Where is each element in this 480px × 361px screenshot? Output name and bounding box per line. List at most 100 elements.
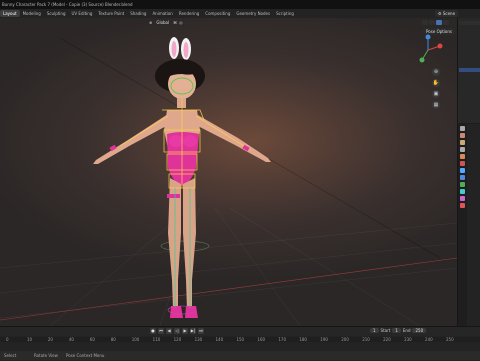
rendered-shading-icon[interactable] <box>443 20 449 25</box>
material-icon[interactable] <box>460 203 465 208</box>
leg-right <box>183 178 196 310</box>
bodysuit-bust-left <box>169 135 183 147</box>
ruler-tick: 150 <box>236 337 245 342</box>
start-label: Start <box>380 328 391 333</box>
ruler-tick: 10 <box>26 337 33 342</box>
gizmo-y-icon[interactable] <box>419 57 425 63</box>
world-icon[interactable] <box>460 161 465 166</box>
jump-end-icon[interactable]: ⏭ <box>198 328 204 334</box>
bone-arm-right[interactable] <box>195 115 245 147</box>
tab-shading[interactable]: Shading <box>127 10 149 17</box>
proportional-icon[interactable]: ◎ <box>179 20 183 25</box>
ruler-tick: 140 <box>215 337 224 342</box>
tool-icon[interactable] <box>460 126 465 131</box>
solid-shading-icon[interactable] <box>429 20 435 25</box>
outliner-panel[interactable] <box>457 18 480 123</box>
pan-hand-icon[interactable]: ✋ <box>432 79 440 87</box>
ruler-tick: 240 <box>425 337 433 342</box>
tab-sculpting[interactable]: Sculpting <box>44 10 69 17</box>
ruler-tick: 20 <box>47 337 53 342</box>
end-frame-field[interactable]: 250 <box>412 328 427 333</box>
ruler-tick: 180 <box>299 337 307 342</box>
scene-selector[interactable]: ⚙ Scene <box>435 10 459 17</box>
ruler-tick: 0 <box>6 337 9 342</box>
outliner-row[interactable] <box>459 27 480 31</box>
modifier-icon[interactable] <box>460 175 465 180</box>
bunny-ear-inner-right <box>183 42 189 58</box>
status-bar: Select Rotate View Pose Context Menu <box>0 351 480 360</box>
navigation-gizmo[interactable] <box>412 34 444 66</box>
bone-arm-left[interactable] <box>119 115 169 147</box>
timeline-header: ● ⏮ ◀ ◁ ▶ ▶| ⏭ 1 Start 1 End 250 <box>0 327 480 336</box>
tab-layout[interactable]: Layout <box>0 10 20 17</box>
play-reverse-icon[interactable]: ◁ <box>174 328 180 334</box>
ruler-tick: 210 <box>362 337 370 342</box>
thigh-garter <box>167 194 180 198</box>
tab-texture-paint[interactable]: Texture Paint <box>95 10 127 17</box>
properties-panel[interactable] <box>457 124 480 328</box>
arm-right <box>194 114 271 162</box>
next-keyframe-icon[interactable]: ▶| <box>190 328 196 334</box>
scene-icon[interactable] <box>460 154 465 159</box>
play-icon[interactable]: ▶ <box>182 328 188 334</box>
tab-uv-editing[interactable]: UV Editing <box>69 10 96 17</box>
ruler-tick: 100 <box>131 337 140 342</box>
tab-compositing[interactable]: Compositing <box>202 10 233 17</box>
outliner-row[interactable] <box>459 21 480 25</box>
frame-ruler[interactable]: 0 10 20 40 60 80 100 110 120 130 140 150 160 170 180 19… <box>0 337 480 342</box>
tab-animation[interactable]: Animation <box>149 10 175 17</box>
bodysuit-bust-right <box>183 135 197 147</box>
window-title: Bunny Character Pack 7 (Model - Copie (3… <box>2 2 133 7</box>
gizmo-x-icon[interactable] <box>437 43 443 49</box>
ruler-tick: 230 <box>404 337 412 342</box>
armature-bones[interactable] <box>119 98 245 308</box>
shoe-left <box>170 306 183 318</box>
title-bar: Bunny Character Pack 7 (Model - Copie (3… <box>0 0 480 9</box>
render-icon[interactable] <box>460 133 465 138</box>
tab-rendering[interactable]: Rendering <box>176 10 202 17</box>
workspace-tabs: Layout Modeling Sculpting UV Editing Texture… <box>0 10 297 17</box>
ruler-tick: 170 <box>278 337 287 342</box>
status-context: Pose Context Menu <box>66 353 105 358</box>
material-shading-icon[interactable] <box>436 20 442 25</box>
output-icon[interactable] <box>460 140 465 145</box>
status-rotate: Rotate View <box>34 353 58 358</box>
snap-icon[interactable]: ⌘ <box>173 20 177 25</box>
outliner-row[interactable] <box>459 74 480 78</box>
data-icon[interactable] <box>460 196 465 201</box>
zoom-icon[interactable]: ⊕ <box>432 68 440 76</box>
ruler-tick: 160 <box>257 337 266 342</box>
physics-icon[interactable] <box>460 182 465 187</box>
wireframe-shading-icon[interactable] <box>422 20 428 25</box>
outliner-row-selected[interactable] <box>459 68 480 72</box>
end-label: End <box>402 328 411 333</box>
orientation-dropdown[interactable]: Global <box>154 20 172 25</box>
record-icon[interactable]: ● <box>150 328 156 334</box>
ruler-tick: 110 <box>152 337 161 342</box>
ruler-tick: 120 <box>173 337 182 342</box>
grid-perspective-icon[interactable]: ▦ <box>432 101 440 109</box>
ruler-tick: 60 <box>89 337 95 342</box>
3d-viewport[interactable]: ⊕ Global ⌘ ◎ Pose Options ⊕ ✋ ▣ ▦ <box>0 18 457 326</box>
tab-scripting[interactable]: Scripting <box>273 10 297 17</box>
neck <box>177 98 186 108</box>
tab-geometry-nodes[interactable]: Geometry Nodes <box>233 10 273 17</box>
ruler-tick: 190 <box>320 337 328 342</box>
view-layer-icon[interactable] <box>460 147 465 152</box>
constraint-icon[interactable] <box>460 189 465 194</box>
current-frame-field[interactable]: 1 <box>370 328 379 333</box>
jump-start-icon[interactable]: ⏮ <box>158 328 164 334</box>
orientation-icon: ⊕ <box>149 20 153 25</box>
tab-modeling[interactable]: Modeling <box>20 10 44 17</box>
gizmo-z-icon[interactable] <box>425 34 431 40</box>
start-frame-field[interactable]: 1 <box>392 328 401 333</box>
bunny-ear-inner-left <box>171 41 177 57</box>
x-axis-line <box>0 257 457 321</box>
frame-range: 1 Start 1 End 250 <box>370 328 427 333</box>
scene-label: Scene <box>442 11 456 16</box>
viewport-header: ⊕ Global ⌘ ◎ <box>0 18 457 27</box>
object-icon[interactable] <box>460 168 465 173</box>
camera-view-icon[interactable]: ▣ <box>432 90 440 98</box>
prev-keyframe-icon[interactable]: ◀ <box>166 328 172 334</box>
properties-tabs <box>458 124 467 328</box>
